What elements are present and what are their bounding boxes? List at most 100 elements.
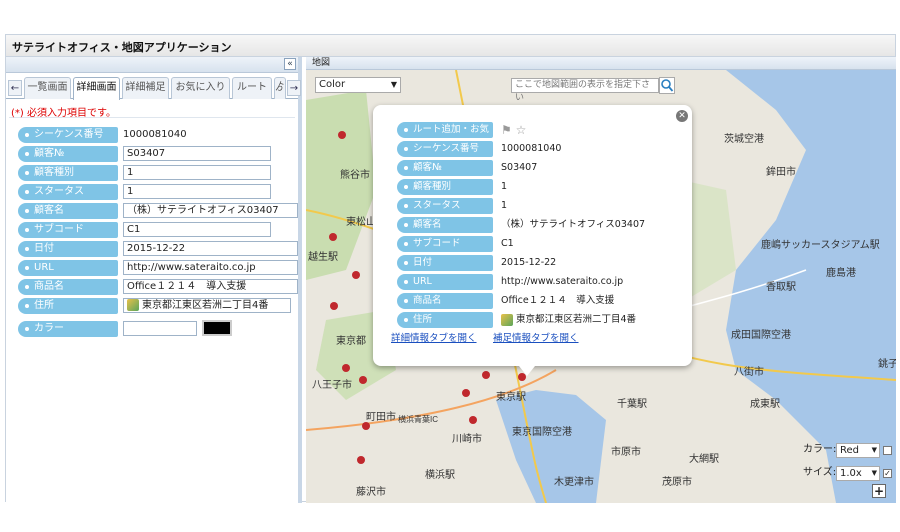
popup-value: 2015-12-22: [501, 257, 557, 268]
map-label: 八王子市: [312, 378, 352, 391]
zoom-in-button[interactable]: +: [872, 484, 886, 498]
color-control-label: カラー:: [803, 444, 837, 455]
address-text: 東京都江東区若洲二丁目4番: [142, 300, 269, 311]
map-pin-icon: [501, 313, 513, 326]
field-row: カラー: [6, 320, 298, 339]
chevron-down-icon: ▼: [390, 80, 397, 89]
popup-label: 顧客種別: [397, 179, 493, 195]
map-label: 銚子: [878, 357, 896, 370]
map-label: 鉾田市: [766, 165, 796, 178]
map-label: 東京駅: [496, 390, 526, 403]
tab-scroll-right-icon[interactable]: →: [287, 80, 301, 96]
field-label: 住所: [18, 298, 118, 314]
popup-address: 東京都江東区若洲二丁目4番: [501, 312, 636, 328]
map-label: 越生駅: [308, 250, 338, 263]
close-icon[interactable]: ✕: [676, 110, 688, 122]
field-label: シーケンス番号: [18, 127, 118, 143]
color-checkbox[interactable]: [883, 446, 892, 455]
marker-size-value: 1.0x: [840, 468, 862, 479]
product-name-input[interactable]: Office１２１４ 導入支援: [123, 279, 298, 294]
field-row: 商品名 Office１２１４ 導入支援: [6, 278, 298, 297]
tab-list[interactable]: 一覧画面: [24, 77, 71, 99]
map-label: 千葉駅: [617, 397, 647, 410]
customer-name-input[interactable]: （株）サテライトオフィス03407: [123, 203, 298, 218]
map-label: 熊谷市: [340, 168, 370, 181]
tab-details[interactable]: 詳細画面: [73, 77, 120, 100]
color-mode-select[interactable]: Color ▼: [315, 77, 401, 93]
field-label: URL: [18, 260, 118, 276]
field-label: カラー: [18, 321, 118, 337]
tab-details-supplement[interactable]: 詳細補足: [122, 77, 169, 99]
map-label: 茨城空港: [724, 132, 764, 145]
tab-scroll-left-icon[interactable]: ←: [8, 80, 22, 96]
popup-label: ルート追加・お気: [397, 122, 493, 138]
open-details-tab-link[interactable]: 詳細情報タブを開く: [391, 330, 477, 344]
popup-value: 東京都江東区若洲二丁目4番: [516, 314, 637, 325]
map-label: 東京都: [336, 334, 366, 347]
map-label: 成田国際空港: [731, 328, 791, 341]
map-label: 町田市: [366, 410, 396, 423]
color-mode-value: Color: [319, 79, 346, 90]
date-input[interactable]: 2015-12-22: [123, 241, 298, 256]
app-title: サテライトオフィス・地図アプリケーション: [6, 35, 895, 57]
field-row: スタータス 1: [6, 183, 298, 202]
sequence-number-value: 1000081040: [123, 129, 187, 140]
map-label: 成東駅: [750, 397, 780, 410]
field-label: スタータス: [18, 184, 118, 200]
color-input[interactable]: [123, 321, 197, 336]
popup-label: スタータス: [397, 198, 493, 214]
map-label: 大網駅: [689, 452, 719, 465]
marker-color-select[interactable]: Red ▼: [836, 443, 880, 458]
popup-value: S03407: [501, 162, 538, 173]
popup-value: 1: [501, 181, 508, 192]
tab-route[interactable]: ルート: [232, 77, 272, 99]
tab-bar: ← 一覧画面 詳細画面 詳細補足 お気に入り ルート ゟ →: [6, 77, 301, 100]
subcode-input[interactable]: C1: [123, 222, 271, 237]
tab-favorites[interactable]: お気に入り: [171, 77, 230, 99]
customer-number-input[interactable]: S03407: [123, 146, 271, 161]
map-label: 藤沢市: [356, 485, 386, 498]
left-panel-header: «: [6, 57, 298, 73]
map-pin-icon: [127, 299, 139, 311]
collapse-panel-button[interactable]: «: [284, 58, 296, 70]
popup-label: 顧客名: [397, 217, 493, 233]
field-row: 顧客種別 1: [6, 164, 298, 183]
map-label: 木更津市: [554, 475, 594, 488]
map-label: 東松山: [346, 215, 376, 228]
address-input[interactable]: 東京都江東区若洲二丁目4番: [123, 298, 291, 313]
color-swatch[interactable]: [202, 320, 232, 336]
map-header: 地図: [306, 57, 896, 70]
popup-value: 1000081040: [501, 143, 562, 154]
popup-route-actions: ⚑ ☆: [501, 122, 526, 138]
customer-type-input[interactable]: 1: [123, 165, 271, 180]
url-input[interactable]: http://www.sateraito.co.jp: [123, 260, 298, 275]
map-label: 川崎市: [452, 432, 482, 445]
flag-icon[interactable]: ⚑: [501, 123, 512, 137]
marker-color-value: Red: [840, 445, 859, 456]
tab-more[interactable]: ゟ: [274, 77, 286, 99]
map-label: 東京国際空港: [512, 425, 572, 438]
map-search-input[interactable]: ここで地図範囲の表示を指定下さい: [511, 78, 659, 103]
chevron-down-icon: ▼: [871, 469, 877, 477]
field-row: URL http://www.sateraito.co.jp: [6, 259, 298, 278]
field-row: 顧客№ S03407: [6, 145, 298, 164]
field-row: サブコード C1: [6, 221, 298, 240]
star-icon[interactable]: ☆: [516, 123, 527, 137]
info-popup: ✕ ルート追加・お気 ⚑ ☆ シーケンス番号 1000081040 顧客№ S0…: [373, 105, 692, 376]
open-supplement-tab-link[interactable]: 補足情報タブを開く: [493, 330, 579, 344]
map-panel: 地図 熊谷市 東松山 越生駅 東京都 八王子市 町田市 横浜青葉IC 川崎市 横…: [306, 57, 896, 503]
popup-label: 顧客№: [397, 160, 493, 176]
search-button[interactable]: [659, 77, 675, 94]
map-label: 鹿島港: [826, 266, 856, 279]
marker-size-select[interactable]: 1.0x ▼: [836, 466, 880, 481]
status-input[interactable]: 1: [123, 184, 271, 199]
detail-form: シーケンス番号 1000081040 顧客№ S03407 顧客種別 1 スター…: [6, 126, 298, 339]
field-label: 顧客種別: [18, 165, 118, 181]
map-label: 横浜駅: [425, 468, 455, 481]
popup-value: Office１２１４ 導入支援: [501, 295, 615, 306]
left-panel: « ← 一覧画面 詳細画面 詳細補足 お気に入り ルート ゟ → (*) 必須入…: [6, 57, 302, 503]
popup-label: 日付: [397, 255, 493, 271]
field-row: 日付 2015-12-22: [6, 240, 298, 259]
size-checkbox[interactable]: ✓: [883, 469, 892, 478]
map-label: 横浜青葉IC: [398, 414, 438, 424]
